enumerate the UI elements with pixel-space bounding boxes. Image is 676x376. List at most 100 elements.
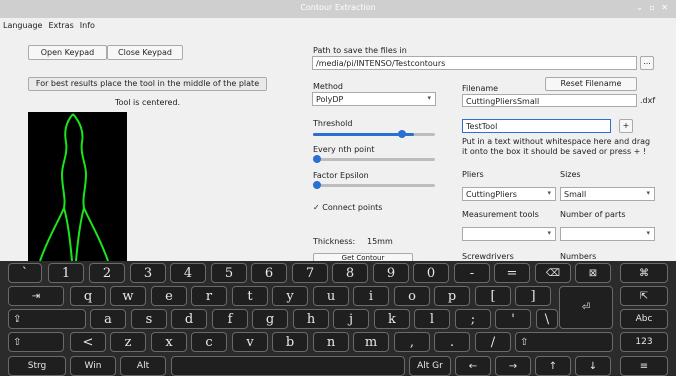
placement-hint: For best results place the tool in the m… [28,77,267,91]
connect-points-checkbox[interactable]: ✓ Connect points [313,203,382,212]
arrow-up-icon[interactable]: ↑ [535,356,571,376]
add-tool-button[interactable]: + [619,119,633,133]
threshold-slider[interactable] [313,130,435,138]
key-n[interactable]: n [313,332,349,352]
shift-left-icon[interactable]: ⇧ [8,332,64,352]
key-less-than[interactable]: < [70,332,106,352]
key-minus[interactable]: - [454,263,490,283]
threshold-label: Threshold [313,119,353,128]
key-equals[interactable]: = [494,263,530,283]
cursor-icon[interactable]: ⇱ [620,286,668,306]
key-2[interactable]: 2 [89,263,125,283]
key-r[interactable]: r [191,286,227,306]
reset-filename-button[interactable]: Reset Filename [545,77,637,91]
space-key[interactable] [171,356,405,376]
key-w[interactable]: w [110,286,146,306]
key-0[interactable]: 0 [413,263,449,283]
key-e[interactable]: e [151,286,187,306]
chevron-down-icon: ▾ [646,189,650,197]
arrow-right-icon[interactable]: → [495,356,531,376]
key-right-bracket[interactable]: ] [515,286,551,306]
key-t[interactable]: t [232,286,268,306]
menu-extras[interactable]: Extras [45,18,76,30]
numeric-key[interactable]: 123 [620,332,668,352]
browse-button[interactable]: ... [640,56,654,70]
key-u[interactable]: u [313,286,349,306]
key-k[interactable]: k [374,309,410,329]
threshold-knob[interactable] [398,130,406,138]
path-input[interactable]: /media/pi/INTENSO/Testcontours [312,56,637,70]
epsilon-knob[interactable] [313,181,321,189]
abc-key[interactable]: Abc [620,309,668,329]
key-f[interactable]: f [212,309,248,329]
tab-icon[interactable]: ⇥ [8,286,64,306]
measurement-select[interactable]: ▾ [462,227,556,241]
menu-language[interactable]: Language [0,18,45,30]
filename-input[interactable]: CuttingPliersSmall [462,94,637,107]
path-label: Path to save the files in [313,46,407,55]
key-9[interactable]: 9 [373,263,409,283]
tool-name-input[interactable]: TestTool [462,119,611,133]
key-j[interactable]: j [333,309,369,329]
open-keypad-button[interactable]: Open Keypad [28,45,107,60]
sizes-value: Small [564,190,587,199]
menu-info[interactable]: Info [77,18,98,30]
key-1[interactable]: 1 [48,263,84,283]
key-quote[interactable]: ' [495,309,531,329]
key-q[interactable]: q [70,286,106,306]
key-backtick[interactable]: ` [8,263,42,283]
key-backslash[interactable]: \ [536,309,558,329]
key-v[interactable]: v [232,332,268,352]
window-controls[interactable]: ⌄ ▫ ✕ [636,3,670,12]
key-3[interactable]: 3 [130,263,166,283]
every-nth-label: Every nth point [313,145,375,154]
alt-gr-key[interactable]: Alt Gr [409,356,451,376]
every-nth-knob[interactable] [313,155,321,163]
command-icon[interactable]: ⌘ [620,263,668,283]
arrow-left-icon[interactable]: ← [455,356,491,376]
key-7[interactable]: 7 [292,263,328,283]
method-select[interactable]: PolyDP ▾ [312,92,436,106]
enter-icon[interactable]: ⏎ [559,286,613,329]
number-of-parts-select[interactable]: ▾ [560,227,655,241]
key-8[interactable]: 8 [332,263,368,283]
every-nth-slider[interactable] [313,155,435,163]
key-4[interactable]: 4 [170,263,206,283]
win-key[interactable]: Win [70,356,116,376]
key-g[interactable]: g [252,309,288,329]
alt-key[interactable]: Alt [120,356,166,376]
key-y[interactable]: y [272,286,308,306]
key-5[interactable]: 5 [211,263,247,283]
key-period[interactable]: . [434,332,470,352]
key-m[interactable]: m [353,332,389,352]
key-semicolon[interactable]: ; [455,309,491,329]
key-a[interactable]: a [90,309,126,329]
key-slash[interactable]: / [475,332,511,352]
method-value: PolyDP [316,95,344,104]
key-i[interactable]: i [353,286,389,306]
key-comma[interactable]: , [394,332,430,352]
key-d[interactable]: d [171,309,207,329]
key-p[interactable]: p [434,286,470,306]
key-left-bracket[interactable]: [ [475,286,511,306]
sizes-select[interactable]: Small ▾ [560,187,655,201]
ctrl-key[interactable]: Strg [8,356,66,376]
key-s[interactable]: s [131,309,167,329]
key-h[interactable]: h [293,309,329,329]
key-o[interactable]: o [394,286,430,306]
pliers-select[interactable]: CuttingPliers ▾ [462,187,556,201]
arrow-down-icon[interactable]: ↓ [575,356,611,376]
close-keypad-button[interactable]: Close Keypad [107,45,183,60]
key-l[interactable]: l [414,309,450,329]
key-c[interactable]: c [191,332,227,352]
close-keyboard-icon[interactable]: ⊠ [575,263,611,283]
shift-right-icon[interactable]: ⇧ [515,332,613,352]
menu-icon[interactable]: ≡ [620,356,668,376]
caps-lock-icon[interactable]: ⇪ [8,309,86,329]
key-6[interactable]: 6 [251,263,287,283]
backspace-icon[interactable]: ⌫ [535,263,571,283]
epsilon-slider[interactable] [313,181,435,189]
key-b[interactable]: b [272,332,308,352]
key-x[interactable]: x [151,332,187,352]
key-z[interactable]: z [110,332,146,352]
